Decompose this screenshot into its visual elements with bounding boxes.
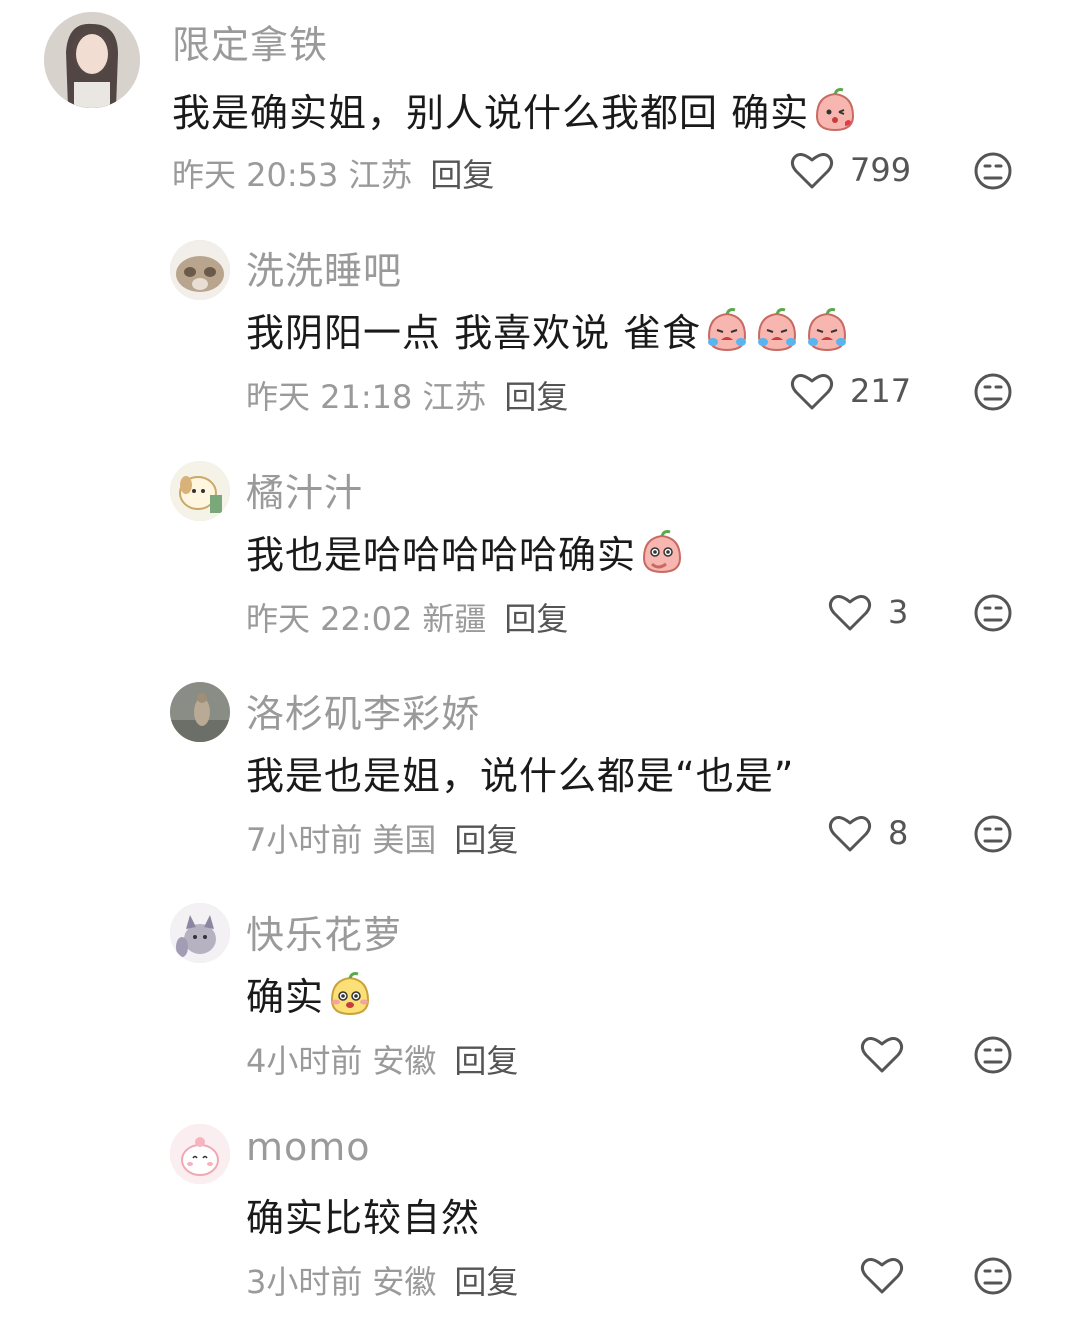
comment-meta: 4小时前 安徽 回复 [246, 1036, 518, 1082]
reply-button[interactable]: 回复 [430, 150, 494, 196]
comment-text: 我阴阳一点 我喜欢说 雀食 [246, 302, 851, 357]
heart-icon [828, 595, 872, 631]
heart-icon [790, 153, 834, 189]
comment-time: 4小时前 [246, 1042, 363, 1080]
reply-button[interactable]: 回复 [504, 594, 568, 640]
like-count: 799 [850, 151, 912, 189]
avatar-image [170, 461, 230, 521]
heart-icon [860, 1037, 904, 1073]
comment-location: 美国 [372, 821, 437, 859]
avatar-image [170, 682, 230, 742]
avatar[interactable] [170, 240, 230, 300]
comment-text: 确实 [246, 966, 374, 1021]
peach-crying-emoji [703, 306, 751, 354]
comment-text: 我也是哈哈哈哈哈确实 [246, 524, 686, 579]
comment-text: 我是也是姐，说什么都是“也是” [246, 745, 794, 800]
username[interactable]: 洛杉矶李彩娇 [246, 683, 480, 738]
like-button[interactable]: 799 [790, 150, 911, 190]
username[interactable]: 洗洗睡吧 [246, 240, 402, 295]
comment-meta: 昨天 21:18 江苏 回复 [246, 372, 568, 418]
comment-meta: 7小时前 美国 回复 [246, 815, 518, 861]
like-button[interactable] [860, 1255, 904, 1295]
peach-giggle-emoji [638, 528, 686, 576]
like-count: 3 [888, 593, 909, 631]
comment-location: 安徽 [372, 1263, 437, 1301]
username[interactable]: 快乐花萝 [246, 904, 402, 959]
comment-text-content: 我是确实姐，别人说什么我都回 确实 [172, 91, 810, 135]
dislike-face-icon[interactable] [973, 593, 1013, 633]
username[interactable]: 限定拿铁 [172, 14, 328, 69]
comment-text-content: 确实比较自然 [246, 1196, 481, 1240]
comment-location: 江苏 [422, 378, 487, 416]
like-button[interactable] [860, 1034, 904, 1074]
comment-text: 确实比较自然 [246, 1187, 480, 1242]
comment-meta: 昨天 20:53 江苏 回复 [172, 150, 494, 196]
like-button[interactable]: 217 [790, 371, 911, 411]
dislike-face-icon[interactable] [973, 1256, 1013, 1296]
comment-location: 新疆 [422, 600, 487, 638]
comment-time: 3小时前 [246, 1263, 363, 1301]
comment-time: 昨天 22:02 [246, 600, 413, 638]
comment-text: 我是确实姐，别人说什么我都回 确实 [172, 82, 859, 137]
reply-button[interactable]: 回复 [454, 1036, 518, 1082]
dislike-face-icon[interactable] [973, 151, 1013, 191]
peach-crying-emoji [803, 306, 851, 354]
reply-button[interactable]: 回复 [504, 372, 568, 418]
comment-time: 昨天 20:53 [172, 156, 339, 194]
like-button[interactable]: 8 [828, 813, 908, 853]
comment-time: 7小时前 [246, 821, 363, 859]
heart-icon [790, 374, 834, 410]
comment-text-content: 确实 [246, 975, 325, 1019]
avatar[interactable] [170, 682, 230, 742]
username[interactable]: momo [246, 1125, 371, 1169]
like-count: 217 [850, 372, 912, 410]
reply-button[interactable]: 回复 [454, 1257, 518, 1303]
comment-text-content: 我是也是姐，说什么都是“也是” [246, 754, 795, 798]
avatar-image [44, 12, 140, 108]
comment-time: 昨天 21:18 [246, 378, 413, 416]
avatar[interactable] [44, 12, 140, 108]
dislike-face-icon[interactable] [973, 814, 1013, 854]
username[interactable]: 橘汁汁 [246, 462, 363, 517]
dislike-face-icon[interactable] [973, 372, 1013, 412]
dislike-face-icon[interactable] [973, 1035, 1013, 1075]
avatar-image [170, 1124, 230, 1184]
like-button[interactable]: 3 [828, 592, 908, 632]
avatar-image [170, 240, 230, 300]
like-count: 8 [888, 814, 909, 852]
comment-location: 江苏 [348, 156, 413, 194]
comment-text-content: 我阴阳一点 我喜欢说 雀食 [246, 311, 702, 355]
yellow-peach-emoji [326, 970, 374, 1018]
comment-text-content: 我也是哈哈哈哈哈确实 [246, 533, 637, 577]
avatar[interactable] [170, 1124, 230, 1184]
heart-icon [860, 1258, 904, 1294]
comment-meta: 昨天 22:02 新疆 回复 [246, 594, 568, 640]
avatar[interactable] [170, 903, 230, 963]
avatar-image [170, 903, 230, 963]
heart-icon [828, 816, 872, 852]
peach-crying-emoji [753, 306, 801, 354]
peach-kiss-emoji [811, 86, 859, 134]
reply-button[interactable]: 回复 [454, 815, 518, 861]
avatar[interactable] [170, 461, 230, 521]
comment-meta: 3小时前 安徽 回复 [246, 1257, 518, 1303]
comment-location: 安徽 [372, 1042, 437, 1080]
